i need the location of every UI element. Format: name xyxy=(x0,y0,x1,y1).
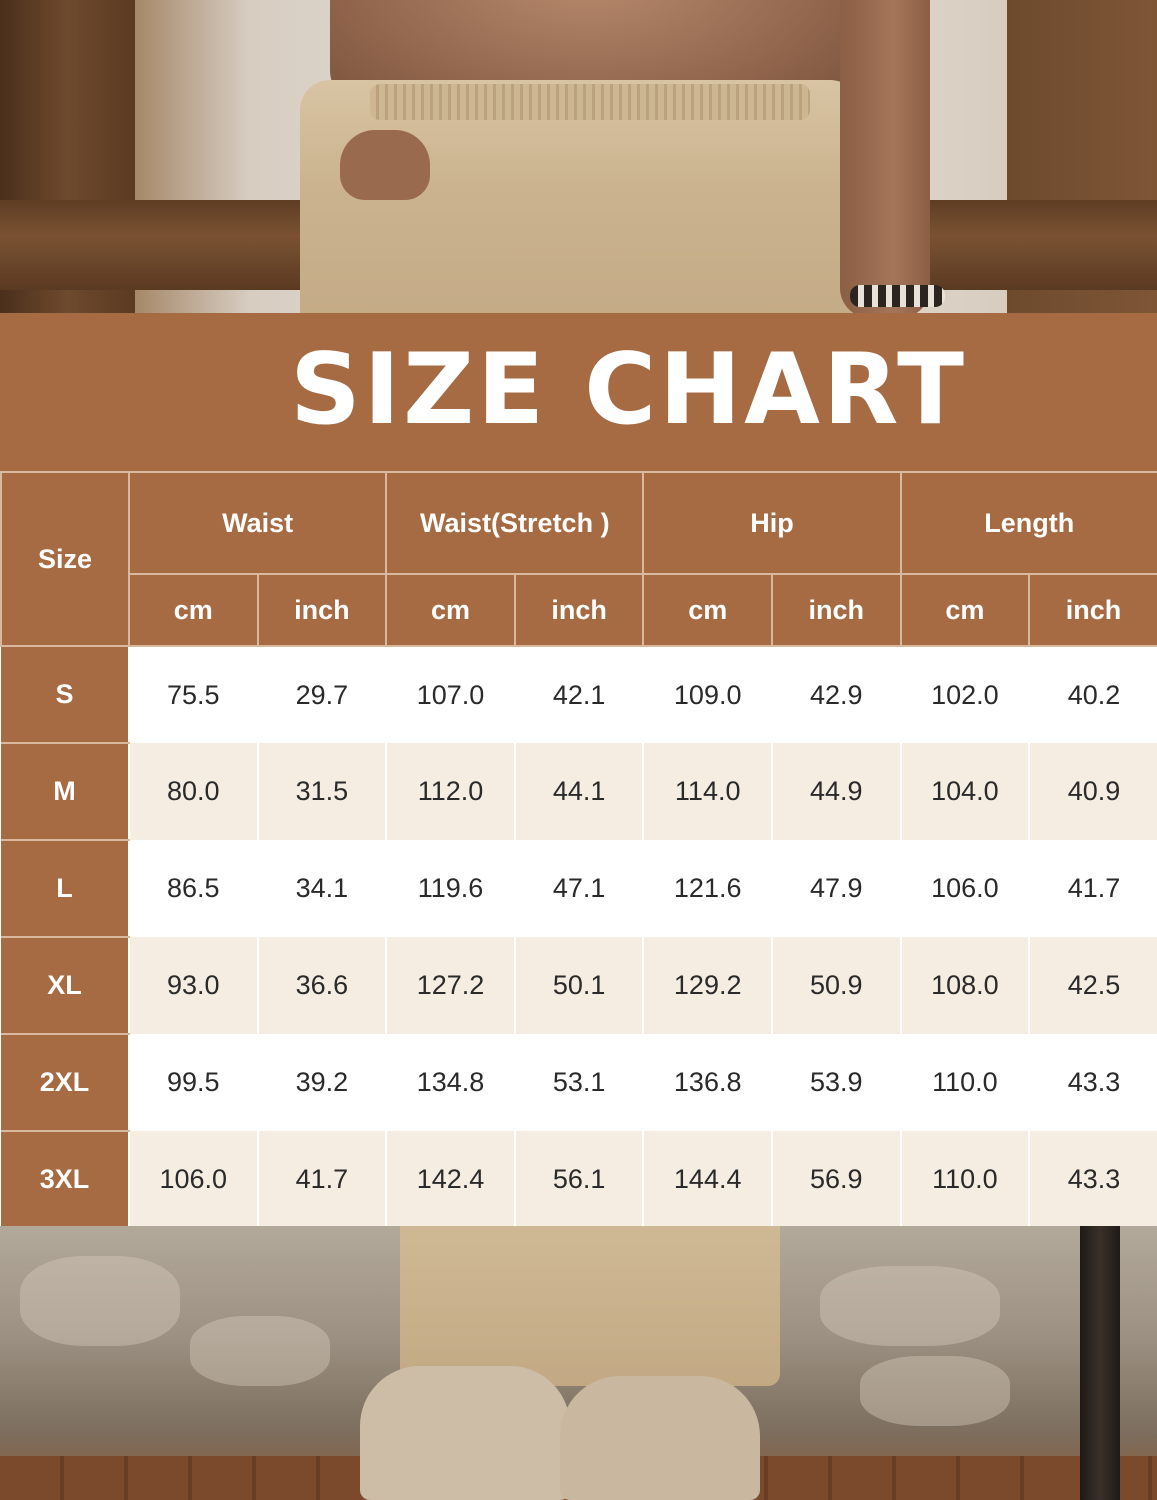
measurement-cell: 44.1 xyxy=(513,743,644,840)
measurement-cell: 106.0 xyxy=(128,1131,258,1228)
measurement-cell: 34.1 xyxy=(256,840,387,937)
table-row: S 75.5 29.7 107.0 42.1 109.0 42.9 102.0 40.2 xyxy=(1,646,1157,744)
measurement-cell: 47.9 xyxy=(771,840,901,937)
measurement-cell: 36.6 xyxy=(256,937,387,1034)
measurement-cell: 110.0 xyxy=(899,1131,1030,1228)
header-row-units: cm inch cm inch cm inch cm inch xyxy=(1,573,1157,647)
size-column-header: Size xyxy=(0,471,130,647)
measurement-cell: 106.0 xyxy=(899,840,1030,937)
product-photo-bottom xyxy=(0,1226,1157,1500)
measurement-cell: 99.5 xyxy=(128,1034,258,1131)
chart-title: SIZE CHART xyxy=(290,333,967,447)
measurement-cell: 114.0 xyxy=(642,743,772,840)
unit-header: inch xyxy=(256,573,388,647)
size-label: L xyxy=(1,840,129,938)
measurement-cell: 110.0 xyxy=(899,1034,1030,1131)
measurement-cell: 104.0 xyxy=(899,743,1030,840)
measurement-cell: 41.7 xyxy=(1028,840,1157,937)
measurement-cell: 41.7 xyxy=(256,1131,387,1228)
header-row-groups: Size Waist Waist(Stretch ) Hip Length xyxy=(0,471,1157,647)
measurement-cell: 43.3 xyxy=(1028,1131,1157,1228)
unit-header: cm xyxy=(385,573,516,647)
table-row: L 86.5 34.1 119.6 47.1 121.6 47.9 106.0 41.7 xyxy=(1,840,1157,938)
measurement-cell: 39.2 xyxy=(256,1034,387,1131)
measurement-cell: 40.9 xyxy=(1028,743,1157,840)
unit-header: inch xyxy=(513,573,645,647)
measurement-cell: 50.1 xyxy=(513,937,644,1034)
measurement-cell: 134.8 xyxy=(385,1034,515,1131)
measurement-cell: 43.3 xyxy=(1028,1034,1157,1131)
size-table: Size Waist Waist(Stretch ) Hip Length cm… xyxy=(0,471,1157,1229)
measurement-cell: 109.0 xyxy=(642,646,772,743)
measurement-cell: 127.2 xyxy=(385,937,515,1034)
measurement-cell: 129.2 xyxy=(642,937,772,1034)
sandal-left xyxy=(360,1366,570,1500)
measurement-cell: 56.9 xyxy=(771,1131,901,1228)
wall-stone xyxy=(190,1316,330,1386)
table-row: 3XL 106.0 41.7 142.4 56.1 144.4 56.9 110.0 43.3 xyxy=(1,1131,1157,1229)
measurement-cell: 42.5 xyxy=(1028,937,1157,1034)
size-label: XL xyxy=(1,937,129,1035)
size-table-wrap: Size Waist Waist(Stretch ) Hip Length cm… xyxy=(0,471,1157,1229)
measurement-cell: 29.7 xyxy=(256,646,387,743)
measurement-cell: 42.1 xyxy=(513,646,644,743)
model-arm xyxy=(840,0,930,318)
measurement-cell: 136.8 xyxy=(642,1034,772,1131)
measurement-cell: 53.9 xyxy=(771,1034,901,1131)
group-header: Waist(Stretch ) xyxy=(385,471,645,575)
measurement-cell: 47.1 xyxy=(513,840,644,937)
chair-leg xyxy=(1080,1226,1120,1500)
size-label: S xyxy=(1,646,129,744)
unit-header: cm xyxy=(128,573,259,647)
pants-legs xyxy=(400,1226,780,1386)
measurement-cell: 56.1 xyxy=(513,1131,644,1228)
table-row: XL 93.0 36.6 127.2 50.1 129.2 50.9 108.0 42.5 xyxy=(1,937,1157,1035)
group-header: Hip xyxy=(642,471,902,575)
measurement-cell: 112.0 xyxy=(385,743,515,840)
unit-header: cm xyxy=(899,573,1031,647)
measurement-cell: 53.1 xyxy=(513,1034,644,1131)
measurement-cell: 108.0 xyxy=(899,937,1030,1034)
group-header: Waist xyxy=(127,471,388,575)
measurement-cell: 86.5 xyxy=(128,840,258,937)
measurement-cell: 144.4 xyxy=(642,1131,772,1228)
measurement-cell: 102.0 xyxy=(899,646,1030,743)
table-body: S 75.5 29.7 107.0 42.1 109.0 42.9 102.0 40.2 M 80.… xyxy=(1,646,1157,1229)
sandal-right xyxy=(560,1376,760,1500)
bracelet xyxy=(850,285,945,307)
measurement-cell: 50.9 xyxy=(771,937,901,1034)
table-row: M 80.0 31.5 112.0 44.1 114.0 44.9 104.0 40.9 xyxy=(1,743,1157,841)
unit-header: inch xyxy=(771,573,902,647)
elastic-waistband xyxy=(370,84,810,120)
model-hand xyxy=(340,130,430,200)
measurement-cell: 31.5 xyxy=(256,743,387,840)
measurement-cell: 44.9 xyxy=(771,743,901,840)
size-label: 3XL xyxy=(1,1131,129,1229)
wall-stone xyxy=(20,1256,180,1346)
measurement-cell: 75.5 xyxy=(128,646,258,743)
measurement-cell: 107.0 xyxy=(385,646,515,743)
unit-header: cm xyxy=(642,573,773,647)
measurement-cell: 93.0 xyxy=(128,937,258,1034)
size-label: M xyxy=(1,743,129,841)
table-row: 2XL 99.5 39.2 134.8 53.1 136.8 53.9 110.0 43.3 xyxy=(1,1034,1157,1132)
measurement-cell: 121.6 xyxy=(642,840,772,937)
measurement-cell: 40.2 xyxy=(1028,646,1157,743)
product-photo-top xyxy=(0,0,1157,318)
unit-header: inch xyxy=(1028,573,1157,647)
measurement-cell: 80.0 xyxy=(128,743,258,840)
wall-stone xyxy=(860,1356,1010,1426)
size-label: 2XL xyxy=(1,1034,129,1132)
wall-stone xyxy=(820,1266,1000,1346)
measurement-cell: 119.6 xyxy=(385,840,515,937)
group-header: Length xyxy=(899,471,1157,575)
measurement-cell: 142.4 xyxy=(385,1131,515,1228)
measurement-cell: 42.9 xyxy=(771,646,901,743)
